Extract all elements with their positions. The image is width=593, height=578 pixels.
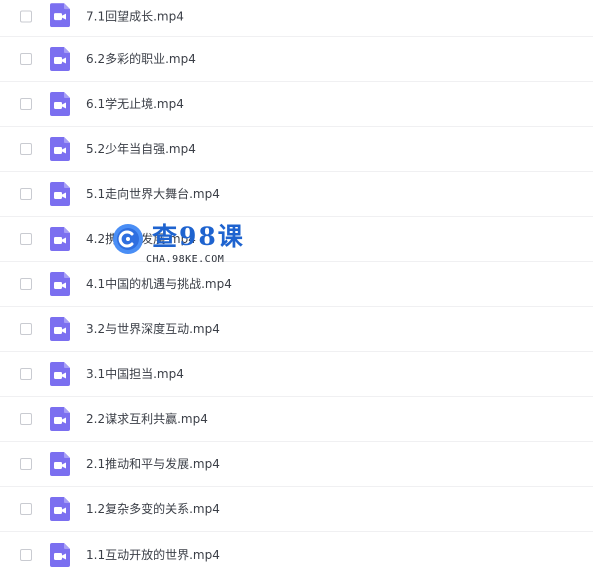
file-row[interactable]: 3.2与世界深度互动.mp4 <box>0 307 593 352</box>
file-checkbox[interactable] <box>20 413 32 425</box>
file-row[interactable]: 5.2少年当自强.mp4 <box>0 127 593 172</box>
file-name[interactable]: 6.1学无止境.mp4 <box>86 97 184 111</box>
file-checkbox[interactable] <box>20 233 32 245</box>
file-row[interactable]: 6.1学无止境.mp4 <box>0 82 593 127</box>
file-row[interactable]: 5.1走向世界大舞台.mp4 <box>0 172 593 217</box>
file-checkbox[interactable] <box>20 188 32 200</box>
video-file-icon <box>50 407 70 431</box>
file-name[interactable]: 7.1回望成长.mp4 <box>86 9 184 23</box>
file-name[interactable]: 3.1中国担当.mp4 <box>86 367 184 381</box>
file-name[interactable]: 3.2与世界深度互动.mp4 <box>86 322 220 336</box>
file-name[interactable]: 4.1中国的机遇与挑战.mp4 <box>86 277 232 291</box>
file-checkbox[interactable] <box>20 323 32 335</box>
video-file-icon <box>50 317 70 341</box>
file-checkbox[interactable] <box>20 143 32 155</box>
file-row[interactable]: 4.2携手促发展.mp4 <box>0 217 593 262</box>
file-name[interactable]: 2.1推动和平与发展.mp4 <box>86 457 220 471</box>
file-row[interactable]: 3.1中国担当.mp4 <box>0 352 593 397</box>
file-list: 7.1回望成长.mp4 6.2多彩的职业.mp4 6.1学无止境.mp4 5.2少年当… <box>0 0 593 577</box>
file-row[interactable]: 1.2复杂多变的关系.mp4 <box>0 487 593 532</box>
file-row[interactable]: 7.1回望成长.mp4 <box>0 0 593 37</box>
file-name[interactable]: 5.2少年当自强.mp4 <box>86 142 196 156</box>
file-name[interactable]: 6.2多彩的职业.mp4 <box>86 52 196 66</box>
file-row[interactable]: 2.1推动和平与发展.mp4 <box>0 442 593 487</box>
file-row[interactable]: 6.2多彩的职业.mp4 <box>0 37 593 82</box>
video-file-icon <box>50 137 70 161</box>
video-file-icon <box>50 452 70 476</box>
video-file-icon <box>50 3 70 28</box>
video-file-icon <box>50 47 70 71</box>
video-file-icon <box>50 497 70 521</box>
video-file-icon <box>50 182 70 206</box>
file-checkbox[interactable] <box>20 10 32 23</box>
video-file-icon <box>50 272 70 296</box>
video-file-icon <box>50 362 70 386</box>
file-row[interactable]: 4.1中国的机遇与挑战.mp4 <box>0 262 593 307</box>
file-name[interactable]: 1.1互动开放的世界.mp4 <box>86 548 220 562</box>
file-name[interactable]: 1.2复杂多变的关系.mp4 <box>86 502 220 516</box>
video-file-icon <box>50 92 70 116</box>
file-name[interactable]: 4.2携手促发展.mp4 <box>86 232 196 246</box>
file-name[interactable]: 2.2谋求互利共赢.mp4 <box>86 412 208 426</box>
file-checkbox[interactable] <box>20 503 32 515</box>
file-checkbox[interactable] <box>20 278 32 290</box>
file-checkbox[interactable] <box>20 98 32 110</box>
file-checkbox[interactable] <box>20 368 32 380</box>
file-name[interactable]: 5.1走向世界大舞台.mp4 <box>86 187 220 201</box>
file-row[interactable]: 2.2谋求互利共赢.mp4 <box>0 397 593 442</box>
video-file-icon <box>50 542 70 567</box>
video-file-icon <box>50 227 70 251</box>
file-checkbox[interactable] <box>20 548 32 561</box>
file-row[interactable]: 1.1互动开放的世界.mp4 <box>0 532 593 577</box>
file-checkbox[interactable] <box>20 53 32 65</box>
file-checkbox[interactable] <box>20 458 32 470</box>
